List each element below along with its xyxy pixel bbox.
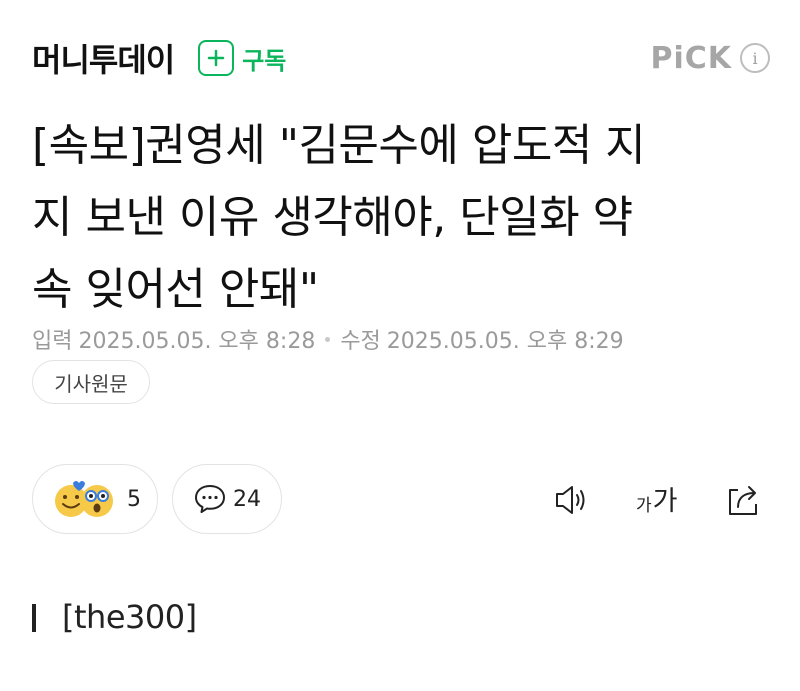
font-size-button[interactable]: 가 가: [636, 480, 677, 520]
comment-count: 24: [233, 486, 261, 512]
press-name[interactable]: 머니투데이: [32, 35, 175, 81]
meta-separator: [325, 336, 331, 342]
modified-label: 수정: [340, 329, 381, 354]
headline-line: 지 보낸 이유 생각해야, 단일화 약: [32, 192, 633, 243]
font-small-label: 가: [636, 496, 652, 516]
share-icon[interactable]: [724, 480, 764, 520]
headline-line: [속보]권영세 "김문수에 압도적 지: [32, 120, 646, 171]
section-divider-bar: [32, 604, 36, 632]
pick-label: PiCK: [650, 40, 732, 76]
font-large-label: 가: [652, 486, 678, 517]
subscribe-label: 구독: [242, 46, 287, 75]
article-header: 머니투데이 구독 PiCK i: [32, 30, 770, 86]
article-headline: [속보]권영세 "김문수에 압도적 지 지 보낸 이유 생각해야, 단일화 약 …: [32, 110, 772, 326]
comment-icon: [195, 485, 225, 513]
section-label: [the300]: [62, 598, 197, 636]
speaker-icon[interactable]: [552, 480, 592, 520]
surprised-emoji-icon: [81, 485, 113, 517]
comment-button[interactable]: 24: [172, 464, 282, 534]
article-meta: 입력 2025.05.05. 오후 8:28 수정 2025.05.05. 오후…: [32, 322, 624, 356]
subscribe-button[interactable]: 구독: [198, 40, 286, 76]
info-icon[interactable]: i: [740, 43, 770, 73]
input-time: 2025.05.05. 오후 8:28: [78, 329, 316, 354]
original-article-button[interactable]: 기사원문: [32, 360, 150, 404]
headline-line: 속 잊어선 안돼": [32, 264, 319, 315]
reaction-button[interactable]: 5: [32, 464, 158, 534]
reaction-count: 5: [127, 486, 141, 512]
plus-icon: [198, 40, 235, 76]
input-label: 입력: [32, 329, 73, 354]
article-page: 머니투데이 구독 PiCK i [속보]권영세 "김문수에 압도적 지 지 보낸…: [0, 0, 800, 691]
reaction-emoji-icons: [55, 481, 113, 517]
pick-badge: PiCK i: [650, 41, 770, 76]
modified-time: 2025.05.05. 오후 8:29: [386, 329, 624, 354]
